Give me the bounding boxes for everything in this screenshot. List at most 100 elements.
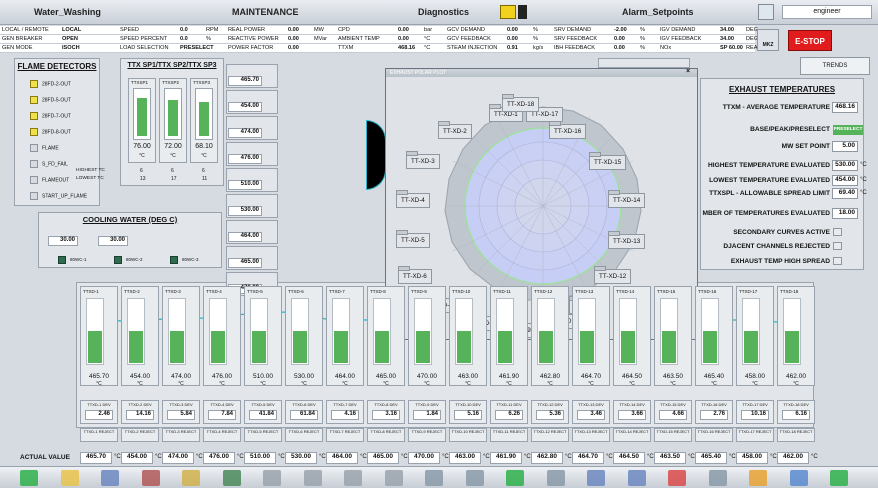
highest-tc-label: HIGHEST TC (76, 168, 105, 173)
copy-icon[interactable] (627, 470, 646, 486)
undo-icon[interactable] (425, 470, 443, 486)
ttxsp-bar-fill (137, 98, 147, 136)
chart-icon[interactable] (141, 470, 160, 486)
tt-reject-toggle[interactable]: TTXD-16 REJECT (695, 428, 733, 442)
flame-item-label: FLAMEOUT (42, 177, 70, 184)
help-icon[interactable] (749, 470, 767, 486)
mkz-button[interactable]: MKZ (757, 29, 779, 51)
tt-reject-toggle[interactable]: TTXD-12 REJECT (531, 428, 569, 442)
tt-reject-toggle[interactable]: TTXD-4 REJECT (203, 428, 241, 442)
redo-icon[interactable] (465, 470, 484, 486)
play-icon[interactable] (20, 470, 38, 486)
tt-reject-toggle[interactable]: TTXD-14 REJECT (613, 428, 651, 442)
ttxsp-bar (195, 88, 213, 140)
check-icon[interactable] (830, 470, 848, 486)
save-icon[interactable] (587, 470, 605, 486)
tt-reject-toggle[interactable]: TTXD-5 REJECT (244, 428, 282, 442)
status-unit: % (533, 36, 538, 42)
tt-dev-value: 2.76 (700, 410, 728, 420)
cooling-item: 80WC-1 (58, 256, 87, 264)
tt-reject-toggle[interactable]: TTXD-11 REJECT (490, 428, 528, 442)
actual-value-box: 458.00 (736, 452, 768, 464)
status-unit: % (533, 27, 538, 33)
close-icon[interactable]: × (686, 68, 690, 75)
tt-reject-toggle[interactable]: TTXD-10 REJECT (449, 428, 487, 442)
alarm-mute-icon[interactable] (518, 5, 527, 19)
tt-dev-label: TTXD-8 DEV (374, 402, 398, 407)
exhaust-row-label: BASE/PEAK/PRESELECT (750, 126, 830, 133)
tt-dev-value: 5.36 (536, 410, 564, 420)
refresh-icon[interactable] (708, 470, 727, 486)
tt-dev-box: TTXD-15 DEV 4.66 (654, 400, 692, 424)
tt-dev-box: TTXD-1 DEV 2.46 (80, 400, 118, 424)
doc2-icon[interactable] (182, 470, 200, 486)
status-label: IGV DEMAND (660, 27, 696, 33)
status-unit: °C (424, 36, 431, 42)
ttxsp-value: 72.00 (164, 143, 182, 150)
tt-dev-label: TTXD-2 DEV (128, 402, 152, 407)
tt-reject-toggle[interactable]: TTXD-6 REJECT (285, 428, 323, 442)
actual-value-box: 465.40 (695, 452, 727, 464)
status-label: IBH FEEDBACK (554, 45, 596, 51)
tt-unit: °C (711, 381, 717, 387)
arrow-up-icon[interactable] (303, 470, 322, 486)
actual-value-unit: °C (155, 454, 162, 460)
tt-reject-toggle[interactable]: TTXD-1 REJECT (80, 428, 118, 442)
tt-reject-toggle[interactable]: TTXD-7 REJECT (326, 428, 364, 442)
user-icon[interactable] (758, 4, 774, 20)
document-icon[interactable] (101, 470, 119, 486)
actual-value-box: 463.50 (654, 452, 686, 464)
status-value: 0.00 (288, 27, 299, 33)
actual-value-box: 470.00 (408, 452, 440, 464)
tt-unit: °C (137, 381, 143, 387)
tools-icon[interactable] (789, 470, 808, 486)
status-label: IGV FEEDBACK (660, 36, 702, 42)
tt-dev-box: TTXD-3 DEV 5.84 (162, 400, 200, 424)
tree-icon[interactable] (222, 470, 241, 486)
status-label: LOAD SELECTION (120, 45, 169, 51)
exhaust-value: 530.00 (832, 160, 858, 171)
actual-value-box: 464.70 (572, 452, 604, 464)
nav-diagnostics[interactable]: Diagnostics (418, 7, 469, 17)
nav-maintenance[interactable]: MAINTENANCE (232, 7, 299, 17)
tt-dev-value: 3.16 (372, 410, 400, 420)
tt-reject-toggle[interactable]: TTXD-17 REJECT (736, 428, 774, 442)
arrow-right-icon[interactable] (384, 470, 403, 486)
estop-button[interactable]: E-STOP (788, 30, 832, 51)
delete-icon[interactable] (668, 470, 686, 486)
actual-value-box: 454.00 (121, 452, 153, 464)
tt-reject-toggle[interactable]: TTXD-2 REJECT (121, 428, 159, 442)
ttxsp-lowest: 11 (202, 176, 208, 182)
forward-icon[interactable] (506, 470, 524, 486)
flame-item-label: FLAME (42, 145, 59, 152)
tt-bar-fill (539, 331, 553, 363)
arrow-down-icon[interactable] (344, 470, 362, 486)
flame-item-label: S_FD_FAIL (42, 161, 68, 168)
tt-reject-toggle[interactable]: TTXD-18 REJECT (777, 428, 815, 442)
tt-reject-toggle[interactable]: TTXD-3 REJECT (162, 428, 200, 442)
folder-icon[interactable] (60, 470, 79, 486)
status-unit: kg/s (533, 45, 544, 51)
tt-unit: °C (342, 381, 348, 387)
tt-dev-label: TTXD-3 DEV (169, 402, 193, 407)
arrow-left-icon[interactable] (263, 470, 281, 486)
tt-value: 465.70 (89, 373, 109, 380)
alarm-indicator-icon[interactable] (500, 5, 516, 19)
ttxsp-unit: °C (139, 153, 145, 159)
tt-dev-value: 7.84 (208, 410, 236, 420)
nav-alarm-setpoints[interactable]: Alarm_Setpoints (622, 7, 694, 17)
tt-reject-toggle[interactable]: TTXD-13 REJECT (572, 428, 610, 442)
trends-button[interactable]: TRENDS (800, 57, 870, 75)
tt-unit: °C (178, 381, 184, 387)
tt-reject-toggle[interactable]: TTXD-9 REJECT (408, 428, 446, 442)
status-value: 0.0 (180, 36, 188, 42)
polar-tag: TT-XD-2 (438, 121, 472, 139)
tt-label: TTXD-14 (616, 289, 635, 294)
export-icon[interactable] (546, 470, 565, 486)
tt-bar-fill (211, 331, 225, 363)
exhaust-value: 454.00 (832, 175, 858, 186)
tt-dev-value: 3.46 (577, 410, 605, 420)
tt-reject-toggle[interactable]: TTXD-8 REJECT (367, 428, 405, 442)
tt-reject-toggle[interactable]: TTXD-15 REJECT (654, 428, 692, 442)
nav-water-washing[interactable]: Water_Washing (34, 7, 101, 17)
